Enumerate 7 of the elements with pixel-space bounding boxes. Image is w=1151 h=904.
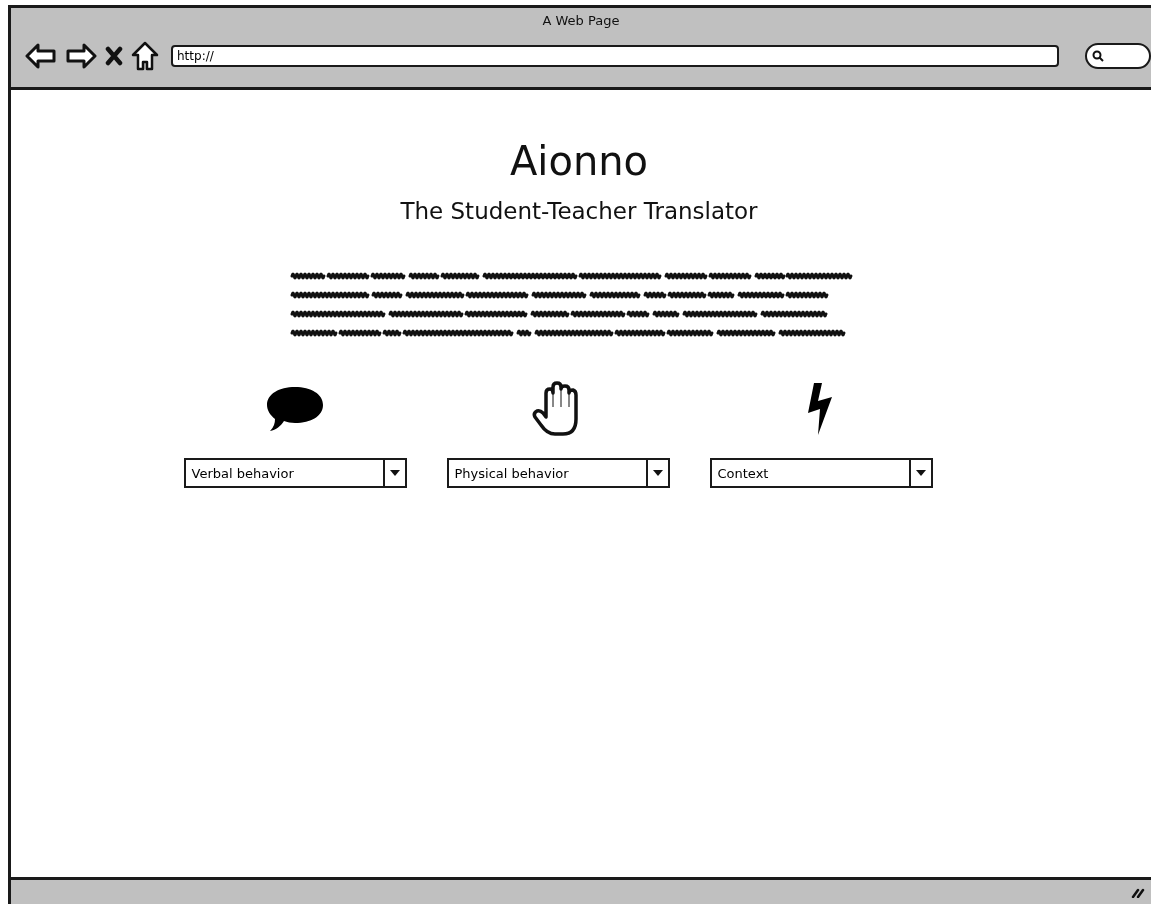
address-field[interactable]: http:// xyxy=(171,45,1059,67)
dropdown[interactable]: Verbal behavior xyxy=(183,458,407,488)
dropdown[interactable]: Context xyxy=(709,458,933,488)
page-subtitle: The Student-Teacher Translator xyxy=(400,198,758,224)
window-title: A Web Page xyxy=(542,13,620,28)
dropdown[interactable]: Physical behavior xyxy=(446,458,670,488)
page-title: Aionno xyxy=(509,138,649,184)
